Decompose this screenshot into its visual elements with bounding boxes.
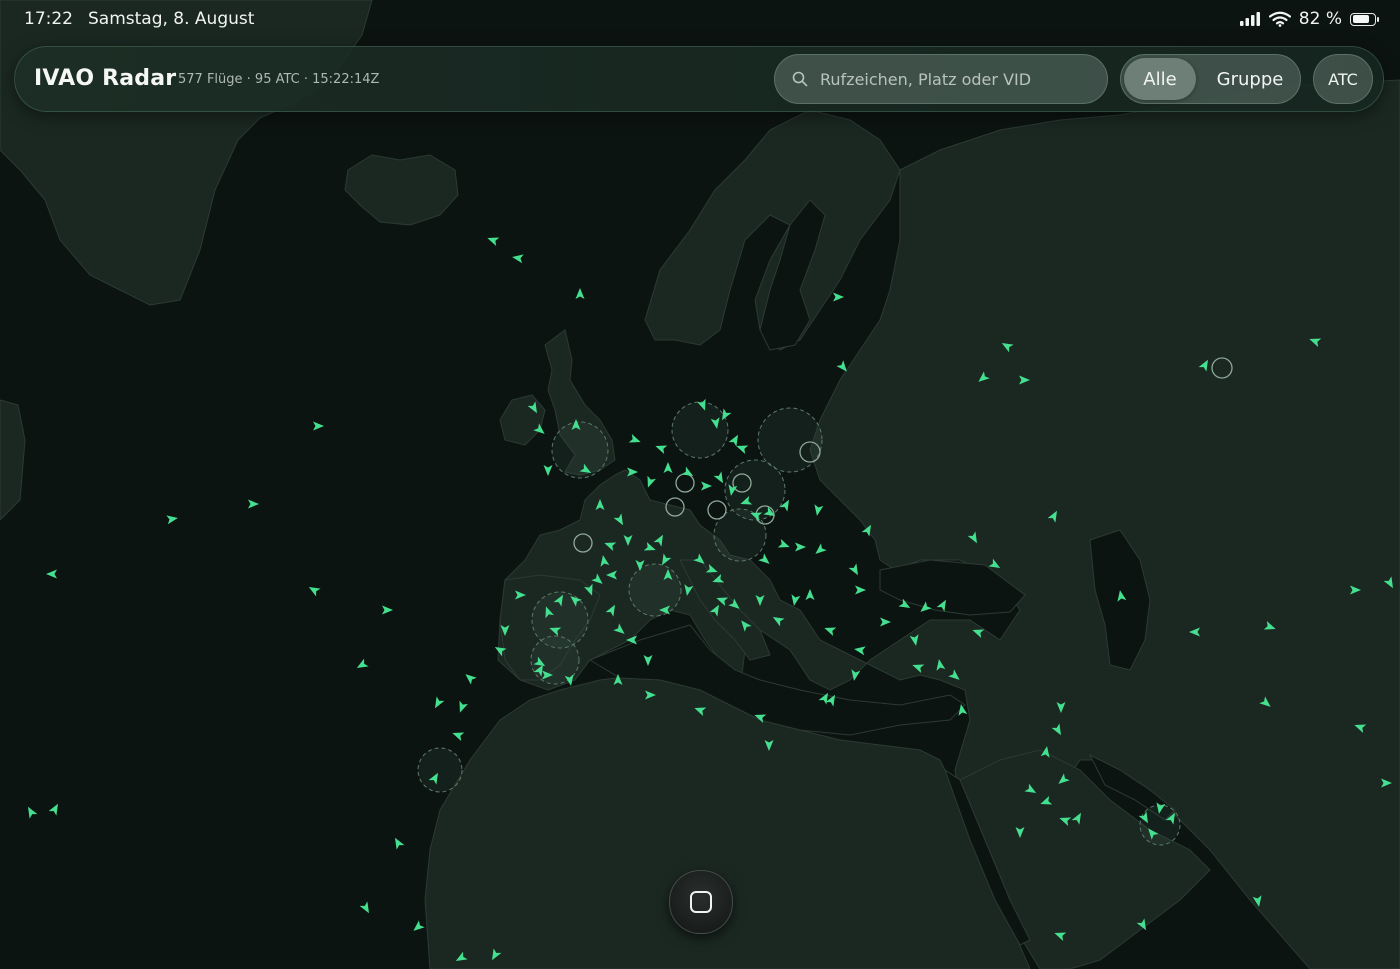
battery-percentage: 82 % [1298, 9, 1342, 29]
filter-all-button[interactable]: Alle [1124, 58, 1196, 100]
atc-sector-ring[interactable] [671, 401, 729, 459]
filter-segmented-control: Alle Gruppe [1120, 54, 1301, 104]
battery-icon [1350, 12, 1379, 26]
atc-sector-ring[interactable] [628, 563, 682, 617]
atc-sector-ring[interactable] [757, 407, 823, 473]
atc-sector-ring[interactable] [551, 421, 609, 479]
filter-group-button[interactable]: Gruppe [1201, 58, 1299, 100]
home-button[interactable] [669, 870, 733, 934]
traffic-stats: 577 Flüge · 95 ATC · 15:22:14Z [178, 72, 380, 87]
search-box[interactable] [774, 54, 1108, 104]
status-date: Samstag, 8. August [88, 9, 255, 29]
search-icon [792, 71, 808, 87]
radar-map[interactable] [0, 0, 1400, 969]
status-bar: 17:22 Samstag, 8. August 82 % [0, 0, 1400, 40]
app-title: IVAO Radar [34, 66, 177, 91]
radar-app: 17:22 Samstag, 8. August 82 % IVAO Radar [0, 0, 1400, 969]
cellular-signal-icon [1239, 12, 1260, 26]
search-input[interactable] [818, 68, 1092, 90]
home-square-icon [690, 891, 712, 913]
atc-button[interactable]: ATC [1313, 54, 1373, 104]
atc-sector-ring[interactable] [417, 747, 463, 793]
wifi-icon [1268, 11, 1291, 27]
status-indicators: 82 % [1239, 9, 1379, 29]
battery-fill [1352, 15, 1369, 23]
top-toolbar: IVAO Radar 577 Flüge · 95 ATC · 15:22:14… [14, 46, 1384, 112]
status-time: 17:22 [24, 9, 73, 29]
